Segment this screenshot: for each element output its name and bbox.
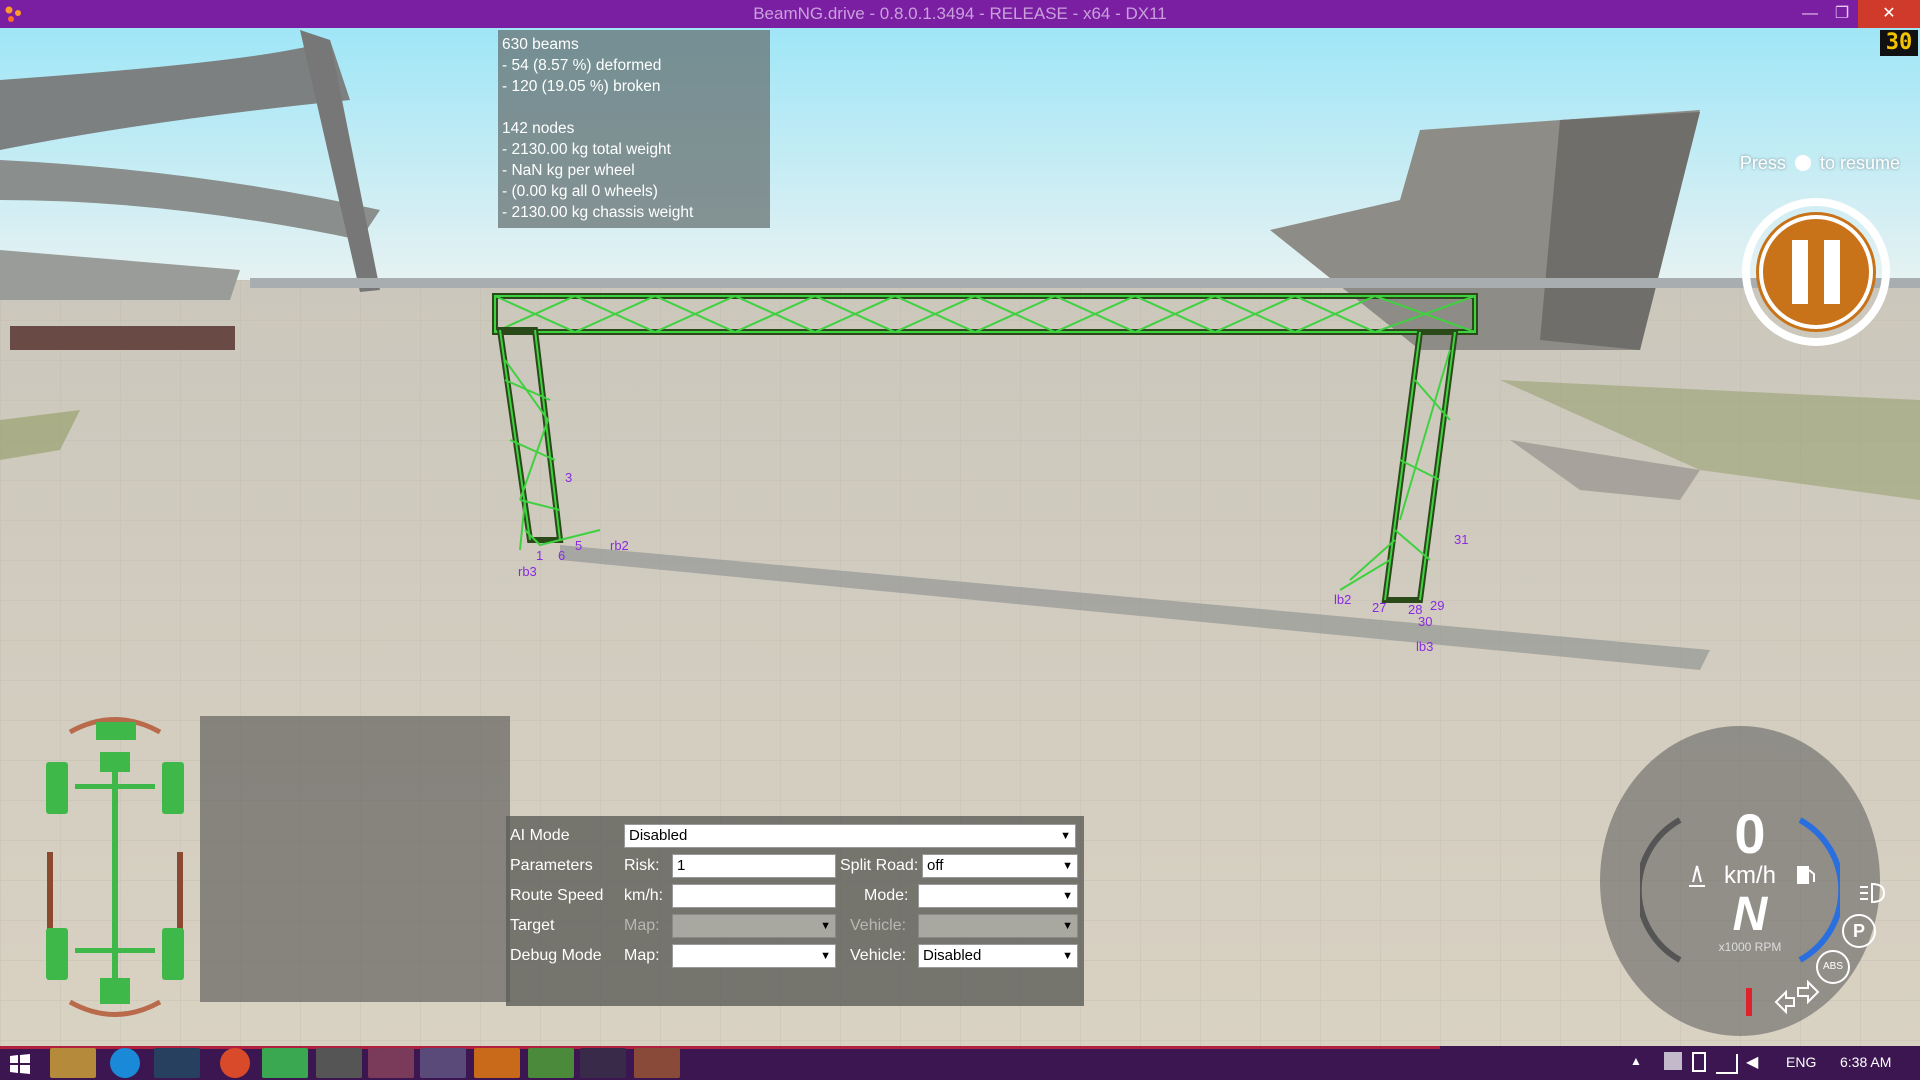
skype-icon[interactable] [110, 1048, 140, 1078]
horizon-wall [250, 278, 1920, 288]
speed-unit: km/h [1723, 862, 1776, 889]
split-road-value: off [927, 857, 944, 874]
chevron-down-icon: ▼ [820, 920, 831, 932]
clock[interactable]: 6:38 AM [1840, 1054, 1920, 1074]
beam-stat-line: - 54 (8.57 %) deformed [502, 57, 662, 74]
pause-icon[interactable] [1736, 192, 1896, 352]
terminal-icon[interactable] [316, 1048, 362, 1078]
language-indicator[interactable]: ENG [1786, 1054, 1826, 1074]
ai-mode-label: AI Mode [510, 827, 570, 844]
target-vehicle-select[interactable]: ▼ [918, 914, 1078, 938]
red-barrier [10, 326, 235, 350]
debug-vehicle-label: Vehicle: [850, 947, 907, 964]
node-label: lb2 [1334, 592, 1351, 607]
mode-select[interactable]: ▼ [918, 884, 1078, 908]
beam-stat-line: 630 beams [502, 36, 579, 53]
beam-stat-line: - 2130.00 kg chassis weight [502, 204, 694, 221]
gear-indicator: N [1732, 888, 1768, 941]
mode-label: Mode: [864, 887, 909, 904]
debug-map-select[interactable]: ▼ [672, 944, 836, 968]
window-title: BeamNG.drive - 0.8.0.1.3494 - RELEASE - … [753, 4, 1167, 23]
chevron-down-icon: ▼ [820, 950, 831, 962]
tool-icon[interactable] [580, 1048, 626, 1078]
risk-input[interactable]: 1 [672, 854, 836, 878]
flag-app-icon[interactable] [420, 1048, 466, 1078]
traction-icon [1689, 865, 1705, 887]
fps-counter: 30 [1880, 30, 1918, 56]
node-label: rb3 [518, 564, 537, 579]
chevron-down-icon: ▼ [1062, 860, 1073, 872]
resume-hint: Press to resume [1700, 150, 1900, 176]
debug-mode-label: Debug Mode [510, 947, 602, 964]
menu-icon [1794, 155, 1811, 171]
empty-app-panel [200, 716, 510, 1002]
beam-stat-line: 142 nodes [502, 120, 575, 137]
node-label: 31 [1454, 532, 1468, 547]
node-label: 5 [575, 538, 582, 553]
rpm-label: x1000 RPM [1718, 940, 1782, 954]
ai-mode-select[interactable]: Disabled ▼ [624, 824, 1076, 848]
node-label: 6 [558, 548, 565, 563]
node-label: lb3 [1416, 639, 1433, 654]
blender-icon[interactable] [474, 1048, 520, 1078]
close-button[interactable]: ✕ [1858, 0, 1920, 28]
target-map-label: Map: [624, 917, 660, 934]
ai-mode-value: Disabled [629, 827, 688, 844]
beam-stat-line: - (0.00 kg all 0 wheels) [502, 183, 658, 200]
file-explorer-icon[interactable] [50, 1048, 96, 1078]
split-road-select[interactable]: off ▼ [922, 854, 1078, 878]
abs-icon: ABS [1816, 950, 1850, 984]
chrome-icon[interactable] [220, 1048, 250, 1078]
vehicle-damage-icon [46, 717, 184, 1017]
chevron-down-icon: ▼ [1062, 950, 1073, 962]
node-label: 29 [1430, 598, 1444, 613]
kmh-label: km/h: [624, 887, 664, 904]
headlight-icon [1860, 882, 1886, 904]
restore-button[interactable]: ❐ [1822, 0, 1862, 28]
target-map-select[interactable]: ▼ [672, 914, 836, 938]
debug-vehicle-value: Disabled [923, 947, 982, 964]
resume-hint-suffix: to resume [1819, 153, 1900, 173]
app-icon[interactable] [368, 1048, 414, 1078]
ai-control-panel: AI Mode Parameters Route Speed Target De… [506, 816, 1084, 1006]
node-label: 30 [1418, 614, 1432, 629]
node-label: 27 [1372, 600, 1386, 615]
beam-stat-line: - 120 (19.05 %) broken [502, 78, 661, 95]
node-label: 3 [565, 470, 572, 485]
resume-hint-press: Press [1739, 153, 1786, 173]
beam-stats-panel: 630 beams - 54 (8.57 %) deformed - 120 (… [498, 30, 770, 228]
beam-stat-line: - 2130.00 kg total weight [502, 141, 671, 158]
fuel-icon [1797, 866, 1815, 884]
node-label: 1 [536, 548, 543, 563]
tray-flag-icon[interactable] [1664, 1052, 1682, 1070]
debug-vehicle-select[interactable]: Disabled ▼ [918, 944, 1078, 968]
node-label: rb2 [610, 538, 629, 553]
chevron-down-icon: ▼ [1060, 830, 1071, 842]
speed-readout: 0 [1734, 802, 1766, 865]
beamng-taskbar-icon[interactable] [634, 1048, 680, 1078]
route-speed-input[interactable] [672, 884, 836, 908]
spreadsheet-icon[interactable] [528, 1048, 574, 1078]
network-icon[interactable] [1716, 1054, 1738, 1074]
battery-icon[interactable] [1692, 1052, 1706, 1072]
right-arrow-icon [1797, 980, 1820, 1005]
taskbar-progress-strip [0, 1046, 1440, 1049]
target-vehicle-label: Vehicle: [850, 917, 907, 934]
risk-label: Risk: [624, 857, 660, 874]
parameters-label: Parameters [510, 857, 593, 874]
tray-expand-icon[interactable]: ▲ [1630, 1054, 1646, 1070]
notepad-icon[interactable] [262, 1048, 308, 1078]
steam-icon[interactable] [154, 1048, 200, 1078]
target-label: Target [510, 917, 555, 934]
chevron-down-icon: ▼ [1062, 890, 1073, 902]
split-road-label: Split Road: [840, 857, 919, 874]
windows-start-icon[interactable] [8, 1052, 32, 1076]
beam-stat-line [502, 97, 766, 118]
parking-brake-icon: P [1842, 914, 1876, 948]
debug-map-label: Map: [624, 947, 660, 964]
route-speed-label: Route Speed [510, 887, 604, 904]
volume-icon[interactable]: ◀ [1746, 1052, 1764, 1072]
beam-stat-line: - NaN kg per wheel [502, 162, 635, 179]
chevron-down-icon: ▼ [1062, 920, 1073, 932]
